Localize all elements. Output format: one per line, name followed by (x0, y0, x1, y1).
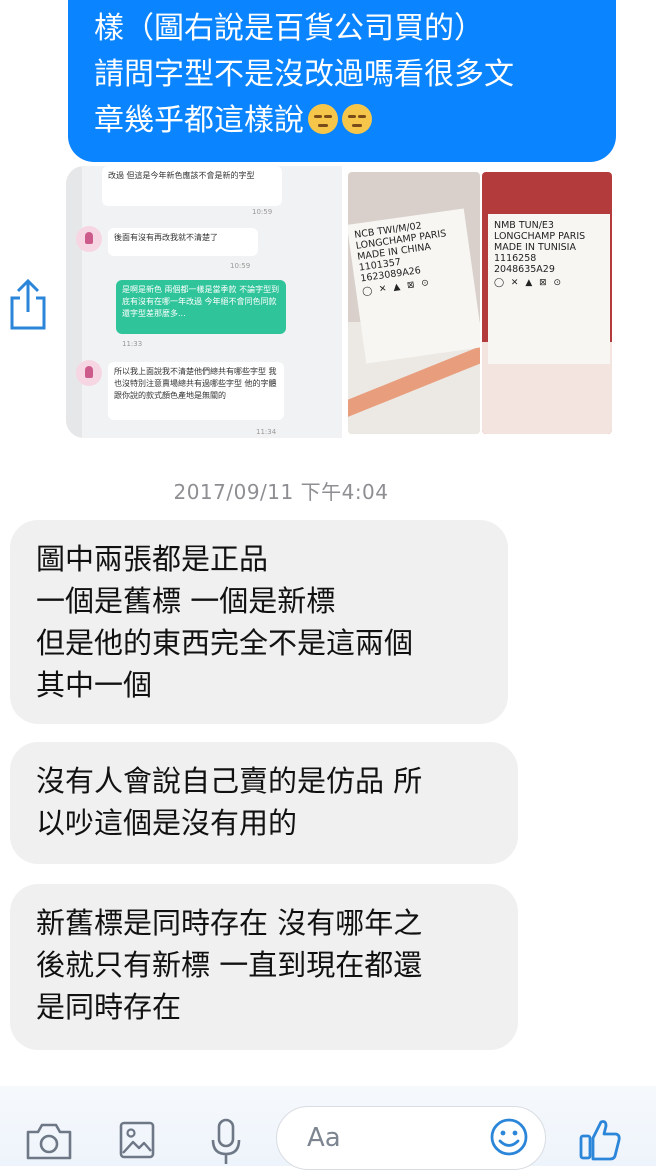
screenshot-message: 改過 但這是今年新色應該不會是新的字型 (102, 166, 282, 206)
camera-icon[interactable] (24, 1120, 74, 1160)
screenshot-time: 11:34 (256, 428, 277, 436)
tag-photo-right: NMB TUN/E3 LONGCHAMP PARIS MADE IN TUNIS… (482, 172, 612, 434)
share-icon[interactable] (6, 276, 50, 332)
incoming-message-bubble[interactable]: 圖中兩張都是正品 一個是舊標 一個是新標 但是他的東西完全不是這兩個 其中一個 (10, 520, 508, 724)
microphone-icon[interactable] (210, 1118, 242, 1166)
message-line: 是同時存在 (36, 990, 182, 1024)
emoji-icon[interactable] (489, 1117, 529, 1157)
shared-image[interactable]: 改過 但這是今年新色應該不會是新的字型 10:59 後面有沒有再改我就不清楚了 … (66, 166, 616, 438)
thumbs-up-icon[interactable] (578, 1116, 622, 1162)
screenshot-message: 所以我上面說我不清楚他們總共有哪些字型 我也沒特別注意賣場總共有過哪些字型 他的… (108, 362, 284, 420)
care-label-right: NMB TUN/E3 LONGCHAMP PARIS MADE IN TUNIS… (488, 214, 610, 364)
message-line: 一個是舊標 一個是新標 (36, 584, 336, 618)
message-line: 以吵這個是沒有用的 (36, 806, 298, 840)
message-line: 但是他的東西完全不是這兩個 (36, 626, 414, 660)
message-line: 沒有人會說自己賣的是仿品 所 (36, 764, 423, 798)
chat-screenshot-edge (66, 166, 82, 438)
message-line: 圖中兩張都是正品 (36, 542, 269, 576)
message-line: 章幾乎都這樣說 (94, 103, 304, 138)
timestamp: 2017/09/11 下午4:04 (173, 480, 389, 504)
message-input-placeholder: Aa (307, 1123, 341, 1153)
photo-icon[interactable] (118, 1120, 156, 1160)
avatar (76, 360, 102, 386)
screenshot-time: 11:33 (122, 340, 143, 348)
incoming-message-bubble[interactable]: 沒有人會說自己賣的是仿品 所 以吵這個是沒有用的 (10, 742, 518, 864)
message-line: 後就只有新標 一直到現在都還 (36, 948, 423, 982)
incoming-message-bubble[interactable]: 新舊標是同時存在 沒有哪年之 後就只有新標 一直到現在都還 是同時存在 (10, 884, 518, 1050)
care-label-left: NCB TWI/M/02 LONGCHAMP PARIS MADE IN CHI… (348, 208, 480, 364)
outgoing-message-bubble[interactable]: 樣（圖右說是百貨公司買的） 請問字型不是沒改過嗎看很多文 章幾乎都這樣說 (68, 0, 616, 162)
screenshot-time: 10:59 (252, 208, 273, 216)
message-line: 樣（圖右說是百貨公司買的） (94, 11, 484, 46)
message-line: 請問字型不是沒改過嗎看很多文 (94, 57, 514, 92)
care-symbols-icon: ◯ ✕ ▲ ⊠ ⊙ (494, 278, 564, 288)
screenshot-message: 後面有沒有再改我就不清楚了 (108, 228, 258, 256)
message-input[interactable]: Aa (276, 1106, 546, 1170)
tag-photo-left: NCB TWI/M/02 LONGCHAMP PARIS MADE IN CHI… (348, 172, 480, 434)
message-line: 新舊標是同時存在 沒有哪年之 (36, 906, 423, 940)
pensive-face-emoji-icon (308, 104, 338, 134)
pensive-face-emoji-icon (342, 104, 372, 134)
screenshot-message: 是啊是新色 兩個都一樣是當季款 不論字型到底有沒有在哪一年改過 今年絕不會同色同… (116, 280, 286, 334)
avatar (76, 226, 102, 252)
message-line: 其中一個 (36, 668, 153, 702)
screenshot-time: 10:59 (230, 262, 251, 270)
chat-screenshot: 改過 但這是今年新色應該不會是新的字型 10:59 後面有沒有再改我就不清楚了 … (66, 166, 342, 438)
